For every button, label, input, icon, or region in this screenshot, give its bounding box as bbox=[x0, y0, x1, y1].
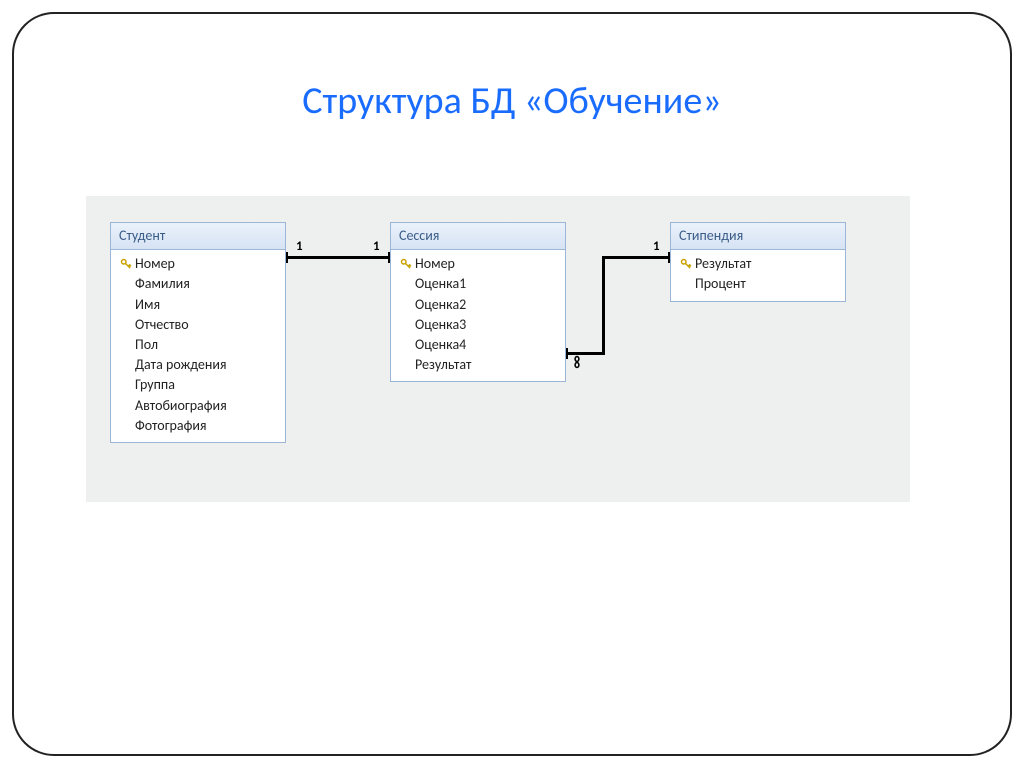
entity-session: Сессия Номер Оценка1 Оценка2 Оценка3 Оценка4… bbox=[390, 222, 566, 382]
entity-student-fields: Номер Фамилия Имя Отчество Пол Дата рождения Г… bbox=[111, 250, 285, 442]
field-label: Оценка4 bbox=[415, 336, 466, 354]
key-icon bbox=[117, 258, 135, 270]
field-label: Процент bbox=[695, 275, 746, 293]
field-row: Номер bbox=[395, 254, 561, 274]
field-row: Фотография bbox=[115, 416, 281, 436]
rel-1-left: 1 bbox=[296, 239, 303, 254]
rel-1-right: 1 bbox=[373, 239, 380, 254]
field-label: Результат bbox=[695, 255, 751, 273]
entity-student-header: Студент bbox=[111, 223, 285, 250]
field-row: Отчество bbox=[115, 315, 281, 335]
field-row: Фамилия bbox=[115, 274, 281, 294]
connector-2c-cap bbox=[668, 252, 670, 263]
entity-stipend: Стипендия Результат Процент bbox=[670, 222, 846, 302]
field-label: Дата рождения bbox=[135, 356, 227, 374]
field-label: Оценка3 bbox=[415, 316, 466, 334]
field-row: Оценка2 bbox=[395, 295, 561, 315]
field-label: Фамилия bbox=[135, 275, 190, 293]
field-label: Оценка1 bbox=[415, 275, 466, 293]
field-row: Результат bbox=[395, 355, 561, 375]
field-label: Оценка2 bbox=[415, 296, 466, 314]
key-icon bbox=[397, 258, 415, 270]
field-row: Оценка3 bbox=[395, 315, 561, 335]
field-row: Автобиография bbox=[115, 396, 281, 416]
field-label: Имя bbox=[135, 296, 160, 314]
field-row: Результат bbox=[675, 254, 841, 274]
field-row: Группа bbox=[115, 375, 281, 395]
field-label: Пол bbox=[135, 336, 158, 354]
entity-stipend-fields: Результат Процент bbox=[671, 250, 845, 300]
connector-1 bbox=[286, 256, 390, 259]
field-label: Номер bbox=[415, 255, 455, 273]
entity-stipend-header: Стипендия bbox=[671, 223, 845, 250]
connector-1-cap-r bbox=[388, 252, 390, 263]
field-label: Автобиография bbox=[135, 397, 227, 415]
rel-2-left: ∞ bbox=[568, 355, 587, 367]
connector-2b bbox=[602, 256, 605, 355]
field-row: Имя bbox=[115, 295, 281, 315]
page-title: Структура БД «Обучение» bbox=[0, 78, 1024, 124]
field-label: Фотография bbox=[135, 417, 207, 435]
entity-student: Студент Номер Фамилия Имя Отчество Пол Дата р… bbox=[110, 222, 286, 443]
field-row: Пол bbox=[115, 335, 281, 355]
field-row: Оценка1 bbox=[395, 274, 561, 294]
entity-session-fields: Номер Оценка1 Оценка2 Оценка3 Оценка4 Результ… bbox=[391, 250, 565, 381]
connector-1-cap-l bbox=[286, 252, 288, 263]
field-row: Номер bbox=[115, 254, 281, 274]
entity-session-header: Сессия bbox=[391, 223, 565, 250]
field-label: Результат bbox=[415, 356, 471, 374]
rel-2-right: 1 bbox=[653, 239, 660, 254]
field-label: Номер bbox=[135, 255, 175, 273]
er-diagram: Студент Номер Фамилия Имя Отчество Пол Дата р… bbox=[86, 196, 910, 502]
field-row: Процент bbox=[675, 274, 841, 294]
connector-2c bbox=[602, 256, 670, 259]
field-label: Отчество bbox=[135, 316, 189, 334]
field-row: Дата рождения bbox=[115, 355, 281, 375]
field-row: Оценка4 bbox=[395, 335, 561, 355]
field-label: Группа bbox=[135, 376, 175, 394]
key-icon bbox=[677, 258, 695, 270]
